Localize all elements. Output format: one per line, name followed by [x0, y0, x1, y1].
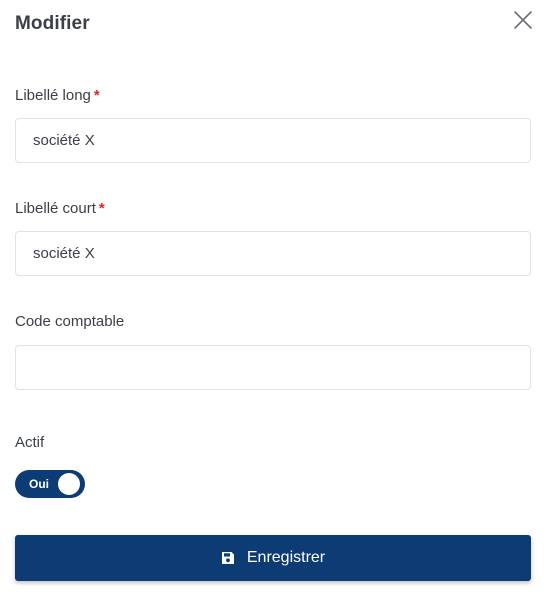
save-button-label: Enregistrer: [246, 549, 326, 566]
close-icon[interactable]: [512, 9, 534, 31]
required-mark: *: [98, 200, 105, 217]
toggle-text: Oui: [29, 477, 49, 491]
edit-dialog: Modifier Libellé long* Libellé court* Co…: [0, 0, 547, 600]
code-comptable-label-text: Code comptable: [15, 313, 125, 330]
libelle-long-label-text: Libellé long: [15, 87, 91, 104]
libelle-court-label: Libellé court *: [15, 200, 105, 217]
libelle-long-input[interactable]: [15, 118, 531, 163]
code-comptable-input[interactable]: [15, 345, 531, 390]
dialog-title: Modifier: [15, 13, 90, 34]
required-mark: *: [93, 87, 100, 104]
floppy-disk-icon: [221, 551, 235, 565]
code-comptable-label: Code comptable: [15, 313, 124, 330]
actif-label: Actif: [15, 434, 44, 451]
libelle-court-label-text: Libellé court: [15, 200, 96, 217]
actif-label-text: Actif: [15, 434, 45, 451]
actif-toggle[interactable]: Oui: [15, 470, 85, 498]
libelle-court-input[interactable]: [15, 231, 531, 276]
libelle-long-label: Libellé long *: [15, 87, 100, 104]
toggle-knob: [58, 473, 80, 495]
save-button[interactable]: Enregistrer: [15, 535, 531, 581]
